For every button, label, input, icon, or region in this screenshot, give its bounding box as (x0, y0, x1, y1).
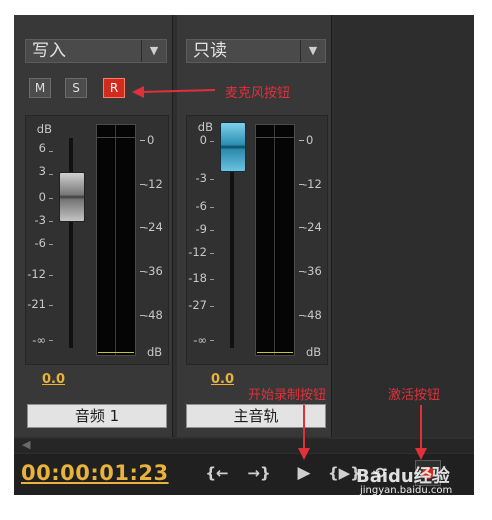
annotation-mic-button: 麦克风按钮 (225, 86, 291, 101)
annotation-activate: 激活按钮 (388, 388, 441, 403)
arrow-start-record (298, 405, 310, 460)
annotation-start-record: 开始录制按钮 (248, 388, 327, 403)
annotation-arrows (132, 86, 427, 460)
watermark-url: jingyan.baidu.com (360, 485, 453, 496)
arrow-activate (415, 405, 427, 460)
arrow-mic (132, 86, 216, 98)
